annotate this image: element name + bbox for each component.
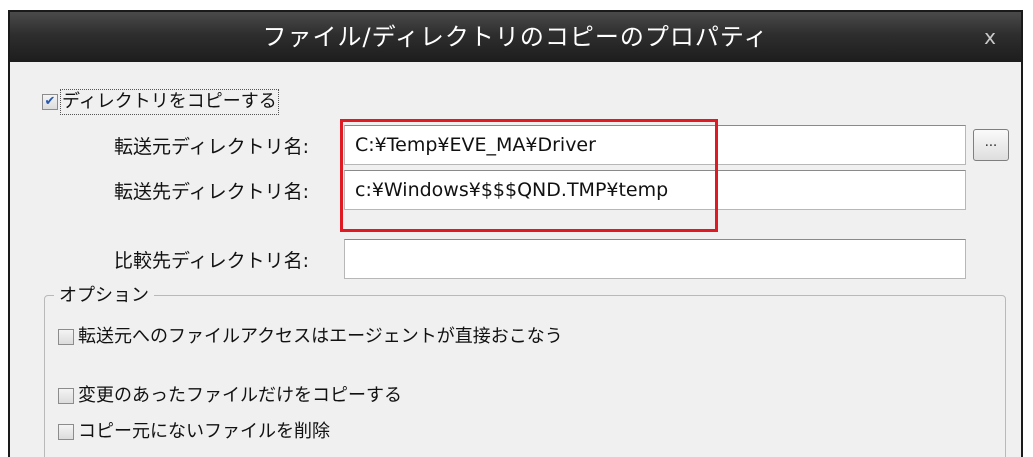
option-changed-only-label[interactable]: 変更のあったファイルだけをコピーする bbox=[78, 385, 402, 407]
check-mark-icon: ✔ bbox=[44, 94, 56, 109]
title-bar[interactable]: ファイル/ディレクトリのコピーのプロパティ x bbox=[10, 12, 1021, 62]
compare-directory-input[interactable] bbox=[344, 239, 966, 279]
option-delete-missing-label[interactable]: コピー元にないファイルを削除 bbox=[78, 421, 330, 443]
option-direct-access-label[interactable]: 転送元へのファイルアクセスはエージェントが直接おこなう bbox=[78, 326, 563, 348]
browse-button[interactable]: ... bbox=[973, 129, 1009, 161]
option-direct-access-checkbox[interactable] bbox=[58, 329, 74, 345]
dialog-title: ファイル/ディレクトリのコピーのプロパティ bbox=[262, 23, 769, 51]
destination-directory-label: 転送先ディレクトリ名: bbox=[114, 181, 310, 203]
options-group-title: オプション bbox=[54, 285, 154, 307]
option-delete-missing-checkbox[interactable] bbox=[58, 424, 74, 440]
source-directory-label: 転送元ディレクトリ名: bbox=[114, 136, 310, 158]
properties-dialog: ファイル/ディレクトリのコピーのプロパティ x ✔ ディレクトリをコピーする 転… bbox=[8, 10, 1023, 457]
compare-directory-label: 比較先ディレクトリ名: bbox=[114, 250, 310, 272]
copy-directory-checkbox[interactable]: ✔ bbox=[42, 94, 58, 110]
destination-directory-input[interactable]: c:¥Windows¥$$$QND.TMP¥temp bbox=[344, 170, 966, 210]
copy-directory-label[interactable]: ディレクトリをコピーする bbox=[60, 89, 279, 115]
close-icon[interactable]: x bbox=[979, 26, 1001, 48]
option-changed-only-checkbox[interactable] bbox=[58, 388, 74, 404]
source-directory-input[interactable]: C:¥Temp¥EVE_MA¥Driver bbox=[344, 125, 966, 165]
